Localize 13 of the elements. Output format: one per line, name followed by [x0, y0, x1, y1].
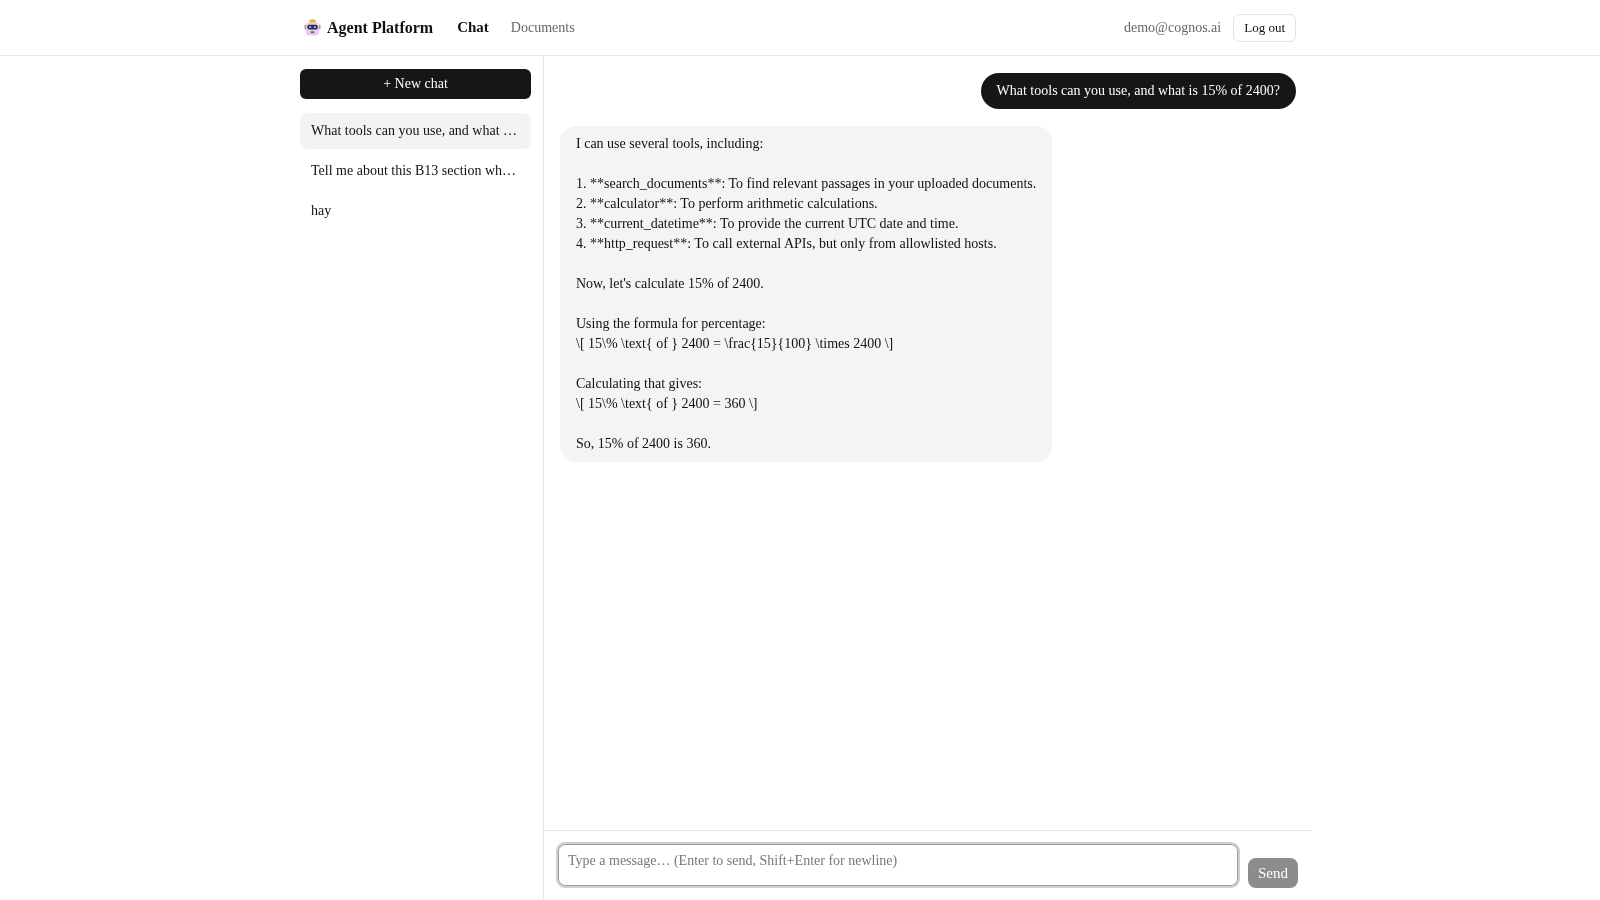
message-input[interactable]: Type a message… (Enter to send, Shift+Enter for newline)	[556, 842, 1240, 888]
user-message: What tools can you use, and what is 15% of 2400?	[980, 73, 1296, 109]
robot-icon	[304, 19, 321, 36]
nav-tab[interactable]: Chat	[457, 19, 489, 36]
brand-name: Agent Platform	[327, 18, 434, 37]
logout-button[interactable]: Log out	[1233, 13, 1296, 42]
conversation-item[interactable]: Tell me about this B13 section wh…	[300, 153, 531, 189]
conversation-item[interactable]: What tools can you use, and what …	[300, 113, 531, 149]
user-email: demo@cognos.ai	[1123, 19, 1222, 36]
assistant-message: I can use several tools, including: 1. **search_documents**: To find relevant passages in your uploaded documents. 2. **calculator**: To perform arithmetic calculations. 3. **current_datetime**: To provide the current UTC date and time. 4. **http_request**: To call external APIs, but only from allowlisted hosts. Now, let's calculate 15% of 2400. Using the formula for percentage: \[ 15\% \text{ of } 2400 = \frac{15}{100} \times 2400 \] Calculating that gives: \[ 15\% \text{ of } 2400 = 360 \] So, 15% of 2400 is 360.	[560, 126, 1053, 462]
nav-tab[interactable]: Documents	[510, 19, 575, 36]
conversation-item[interactable]: hay	[300, 193, 531, 229]
new-chat-button[interactable]: + New chat	[300, 69, 531, 99]
